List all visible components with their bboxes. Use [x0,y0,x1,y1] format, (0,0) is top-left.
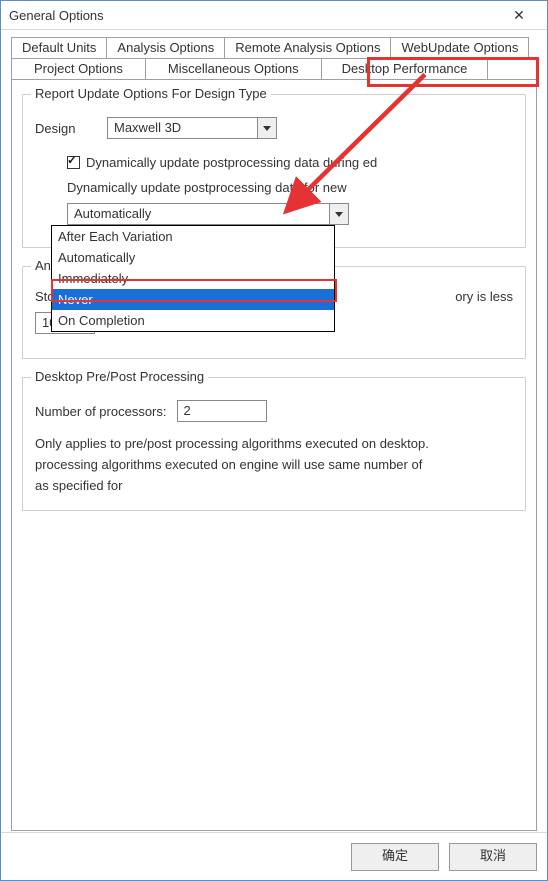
combo-design-type[interactable]: Maxwell 3D [107,117,277,139]
dropdown-icon [329,204,348,224]
note-line-2: processing algorithms executed on engine… [35,455,513,476]
ok-button[interactable]: 确定 [351,843,439,871]
general-options-window: General Options ✕ Default Units Analysis… [0,0,548,881]
tab-miscellaneous-options[interactable]: Miscellaneous Options [145,58,322,79]
tab-webupdate-options[interactable]: WebUpdate Options [390,37,529,58]
button-bar: 确定 取消 [1,832,547,880]
tab-project-options[interactable]: Project Options [11,58,146,79]
note-line-3: as specified for [35,476,513,497]
group-processing: Desktop Pre/Post Processing Number of pr… [22,377,526,511]
label-dynamic-update: Dynamically update postprocessing data d… [86,155,377,170]
tab-remote-analysis-options[interactable]: Remote Analysis Options [224,37,391,58]
label-ory-is-less: ory is less [455,289,513,304]
row-processors: Number of processors: 2 [35,400,513,422]
group-report-legend: Report Update Options For Design Type [31,86,271,101]
label-design: Design [35,121,95,136]
note-line-1: Only applies to pre/post processing algo… [35,434,513,455]
dropdown-icon [257,118,276,138]
tab-desktop-performance[interactable]: Desktop Performance [321,58,489,79]
label-dynamic-update-new: Dynamically update postprocessing data f… [67,180,347,195]
tab-control: Default Units Analysis Options Remote An… [11,37,537,831]
tab-row-1: Default Units Analysis Options Remote An… [11,37,537,58]
cancel-button[interactable]: 取消 [449,843,537,871]
note-processing: Only applies to pre/post processing algo… [35,434,513,496]
group-processing-legend: Desktop Pre/Post Processing [31,369,208,384]
checkbox-dynamic-update[interactable] [67,156,80,169]
tab-default-units[interactable]: Default Units [11,37,107,58]
row-dyn-checkbox: Dynamically update postprocessing data d… [67,155,513,170]
dropdown-item-after-each-variation[interactable]: After Each Variation [52,226,334,247]
tab-panel-desktop-performance: Report Update Options For Design Type De… [11,79,537,831]
client-area: Default Units Analysis Options Remote An… [1,29,547,830]
row-design: Design Maxwell 3D [35,117,513,139]
close-button[interactable]: ✕ [499,4,539,26]
row-dyn-combo-label: Dynamically update postprocessing data f… [67,180,513,195]
combo-dynamic-update-value: Automatically [68,204,329,224]
dropdown-popup-dynamic-update: After Each Variation Automatically Immed… [51,225,335,332]
dropdown-item-automatically[interactable]: Automatically [52,247,334,268]
dropdown-item-on-completion[interactable]: On Completion [52,310,334,331]
tab-analysis-options[interactable]: Analysis Options [106,37,225,58]
dropdown-item-never[interactable]: Never [52,289,334,310]
combo-dynamic-update-mode[interactable]: Automatically [67,203,349,225]
tab-row-2: Project Options Miscellaneous Options De… [11,58,537,79]
textbox-num-processors[interactable]: 2 [177,400,267,422]
label-num-processors: Number of processors: [35,404,167,419]
row-dyn-combo: Automatically [67,203,513,225]
window-title: General Options [9,8,499,23]
titlebar: General Options ✕ [1,1,547,30]
dropdown-item-immediately[interactable]: Immediately [52,268,334,289]
combo-design-value: Maxwell 3D [108,118,257,138]
